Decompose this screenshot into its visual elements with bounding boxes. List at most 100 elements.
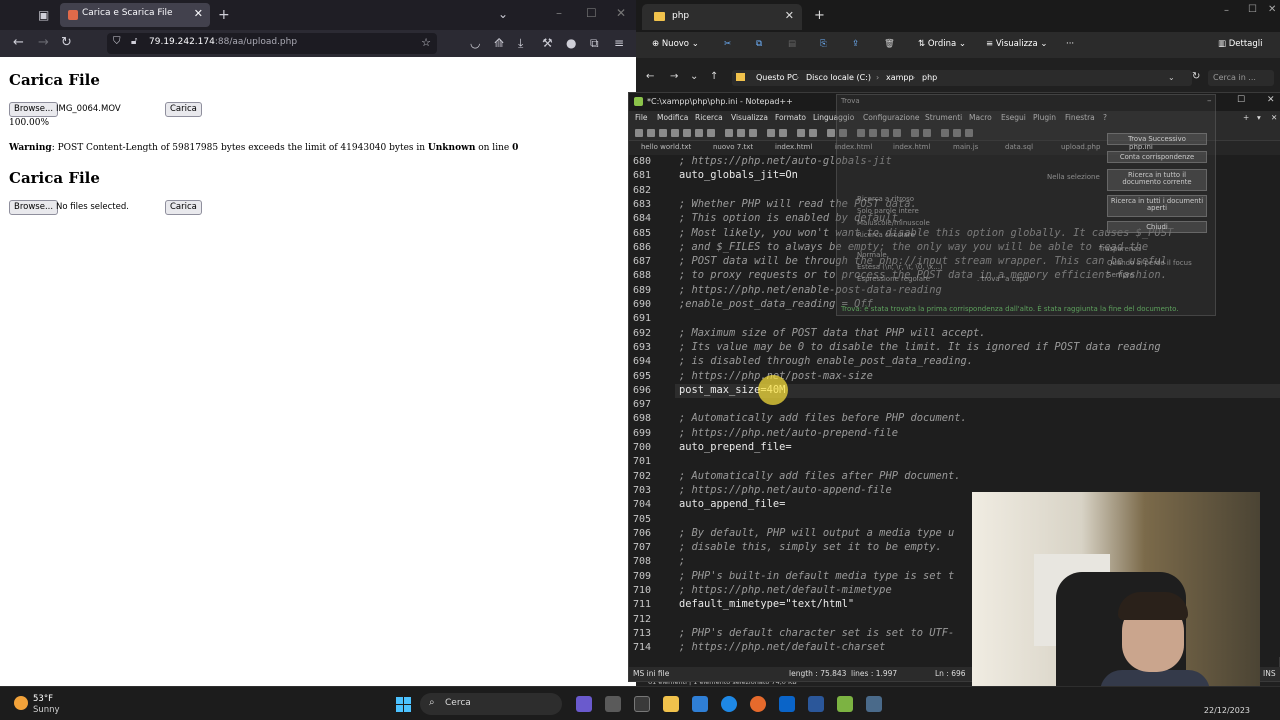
new-file-icon[interactable] [635, 129, 643, 137]
on-focus-lost-radio[interactable]: Quando si perde il focus [1107, 259, 1192, 267]
url-bar[interactable]: ⛉ 🔓︎ 79.19.242.174:88/aa/upload.php ☆ [107, 33, 437, 54]
menu-view[interactable]: Visualizza [731, 113, 768, 122]
wrap-around-checkbox[interactable]: Ricerca circolare [857, 231, 915, 239]
copilot-icon[interactable] [576, 696, 592, 712]
list-tabs-icon[interactable]: ⌄ [498, 8, 508, 20]
whole-word-checkbox[interactable]: Solo parole intere [857, 207, 919, 215]
find-all-open-docs-button[interactable]: Ricerca in tutti i documenti aperti [1107, 195, 1207, 217]
ms-store-icon[interactable] [692, 696, 708, 712]
mode-extended-radio[interactable]: Estesa (\n, \r, \t, \0, \x...) [857, 263, 943, 271]
extensions-puzzle-icon[interactable]: ⟰ [494, 37, 504, 49]
forward-icon[interactable]: → [670, 71, 678, 82]
breadcrumb[interactable]: Questo PC › Disco locale (C:) › xampp › … [732, 70, 1192, 86]
mode-normal-radio[interactable]: Normale [857, 251, 887, 259]
copy-icon[interactable]: ⧉ [756, 39, 762, 49]
save-all-icon[interactable] [671, 129, 679, 137]
always-radio[interactable]: Sempre [1107, 271, 1134, 279]
cut-icon[interactable] [725, 129, 733, 137]
weather-condition[interactable]: Sunny [33, 705, 60, 715]
doc-tab-index-1[interactable]: index.html [775, 143, 812, 151]
code-line[interactable]: ; PHP's built-in default media type is s… [679, 570, 954, 582]
store-icon[interactable] [634, 696, 650, 712]
transparency-checkbox[interactable]: Trasparenza [1099, 245, 1141, 253]
crumb-local-disk[interactable]: Disco locale (C:) [806, 73, 871, 82]
browse-button-1[interactable]: Browse... [9, 102, 59, 117]
close-find-button[interactable]: Chiudi [1107, 221, 1207, 233]
browse-button-2[interactable]: Browse... [9, 200, 59, 215]
new-tab-icon[interactable]: + [218, 8, 230, 22]
shield-icon[interactable]: ⛉ [113, 37, 121, 47]
forward-icon[interactable]: → [38, 36, 49, 49]
code-line[interactable]: ; Automatically add files after PHP docu… [679, 470, 961, 482]
code-line[interactable]: auto_append_file= [679, 498, 785, 510]
code-line[interactable]: ; [679, 555, 685, 567]
taskbar-search[interactable]: ⌕ Cerca [420, 693, 562, 715]
maximize-icon[interactable]: ☐ [1248, 4, 1257, 15]
view-button[interactable]: ≡ Visualizza ⌄ [986, 39, 1048, 49]
save-icon[interactable] [659, 129, 667, 137]
firefox-icon[interactable] [750, 696, 766, 712]
paste-icon[interactable]: ▤ [788, 39, 796, 49]
in-selection-checkbox[interactable]: Nella selezione [1047, 173, 1100, 181]
outlook-icon[interactable] [779, 696, 795, 712]
print-icon[interactable] [707, 129, 715, 137]
weather-temperature[interactable]: 53°F [33, 694, 53, 704]
vscode-icon[interactable] [866, 696, 882, 712]
browser-tab[interactable]: Carica e Scarica File ✕ [60, 3, 210, 27]
new-tab-icon[interactable]: + [814, 8, 825, 23]
code-line[interactable]: ; is disabled through enable_post_data_r… [679, 355, 973, 367]
extensions-icon[interactable]: ⧉ [590, 37, 599, 49]
close-window-icon[interactable]: ✕ [1268, 4, 1276, 15]
lock-icon[interactable]: 🔓︎ [131, 37, 137, 47]
task-view-icon[interactable] [605, 696, 621, 712]
cut-icon[interactable]: ✂ [724, 39, 731, 49]
download-icon[interactable]: ⤓ [518, 37, 523, 49]
match-case-checkbox[interactable]: Maiuscole/minuscole [857, 219, 930, 227]
share-icon[interactable]: ⇪ [852, 39, 859, 49]
add-icon[interactable]: + [1243, 113, 1249, 122]
redo-icon[interactable] [779, 129, 787, 137]
rename-icon[interactable]: ⎘ [820, 39, 827, 49]
code-line[interactable]: ; https://php.net/auto-append-file [679, 484, 892, 496]
recent-locations-icon[interactable]: ⌄ [690, 71, 698, 82]
up-icon[interactable]: ↑ [710, 71, 718, 82]
find-next-button[interactable]: Trova Successivo [1107, 133, 1207, 145]
refresh-icon[interactable]: ↻ [1192, 71, 1200, 82]
close-tab-icon[interactable]: ✕ [785, 9, 794, 22]
backward-search-checkbox[interactable]: Ricerca a ritroso [857, 195, 914, 203]
code-line[interactable]: auto_globals_jit=On [679, 169, 798, 181]
code-line[interactable]: ; Automatically add files before PHP doc… [679, 412, 967, 424]
code-line[interactable]: ; Maximum size of POST data that PHP wil… [679, 327, 986, 339]
menu-edit[interactable]: Modifica [657, 113, 688, 122]
back-icon[interactable]: ← [646, 71, 654, 82]
close-window-icon[interactable]: ✕ [1267, 95, 1275, 105]
code-line[interactable]: ; Its value may be 0 to disable the limi… [679, 341, 1161, 353]
weather-sun-icon[interactable] [14, 696, 28, 710]
edge-icon[interactable] [721, 696, 737, 712]
paste-icon[interactable] [749, 129, 757, 137]
code-line[interactable]: ; PHP's default character set is set to … [679, 627, 954, 639]
close-tab-icon[interactable]: ✕ [194, 7, 203, 20]
file-explorer-icon[interactable] [663, 696, 679, 712]
pocket-icon[interactable]: ◡ [470, 37, 480, 49]
maximize-icon[interactable]: ☐ [586, 7, 597, 19]
code-line[interactable]: ; https://php.net/default-charset [679, 641, 885, 653]
find-icon[interactable] [797, 129, 805, 137]
crumb-this-pc[interactable]: Questo PC [756, 73, 797, 82]
chevron-down-icon[interactable]: ▾ [1257, 113, 1261, 122]
more-options-icon[interactable]: ··· [1066, 39, 1074, 49]
upload-submit-button-2[interactable]: Carica [165, 200, 202, 215]
count-matches-button[interactable]: Conta corrispondenze [1107, 151, 1207, 163]
reload-icon[interactable]: ↻ [61, 36, 72, 49]
account-icon[interactable]: ● [566, 37, 576, 49]
menu-format[interactable]: Formato [775, 113, 806, 122]
new-button[interactable]: ⊕ Nuovo ⌄ [652, 39, 699, 49]
code-line[interactable]: auto_prepend_file= [679, 441, 792, 453]
menu-file[interactable]: File [635, 113, 648, 122]
doc-tab-hello-world[interactable]: hello world.txt [641, 143, 691, 151]
details-button[interactable]: ▥ Dettagli [1218, 39, 1263, 49]
replace-icon[interactable] [809, 129, 817, 137]
crumb-xampp[interactable]: xampp [886, 73, 914, 82]
find-all-current-doc-button[interactable]: Ricerca in tutto il documento corrente [1107, 169, 1207, 191]
doc-tab-nuovo-7[interactable]: nuovo 7.txt [713, 143, 753, 151]
